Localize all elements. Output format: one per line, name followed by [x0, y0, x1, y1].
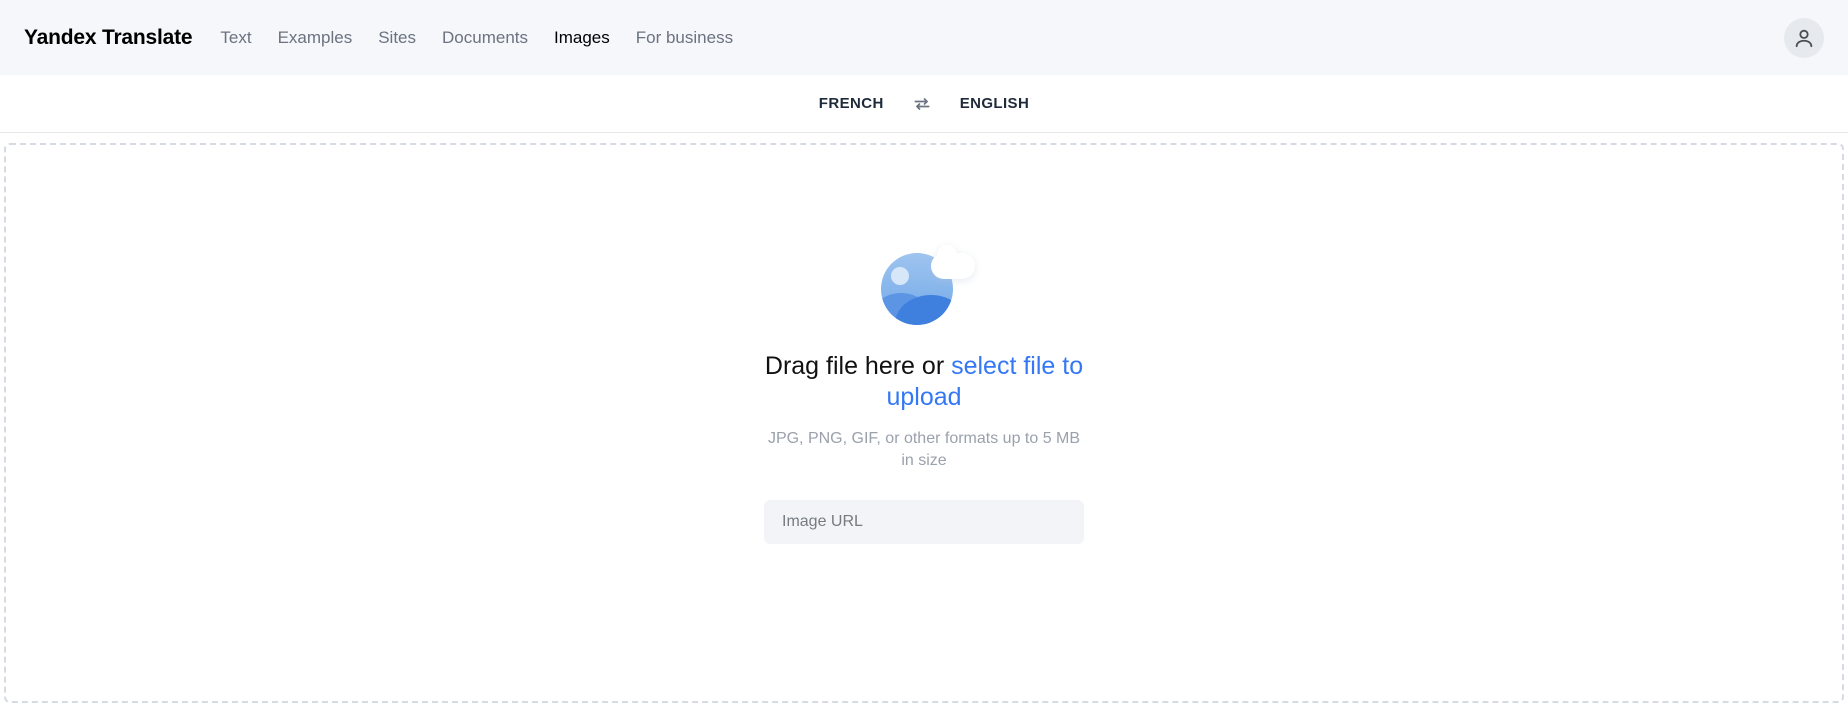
account-button[interactable] [1784, 18, 1824, 58]
nav-text[interactable]: Text [220, 28, 251, 48]
drop-title: Drag file here or select file to upload [764, 351, 1084, 414]
target-language[interactable]: ENGLISH [960, 95, 1029, 112]
user-icon [1793, 27, 1815, 49]
drop-subtitle: JPG, PNG, GIF, or other formats up to 5 … [764, 428, 1084, 473]
main-nav: Text Examples Sites Documents Images For… [220, 28, 733, 48]
image-illustration-icon [879, 245, 969, 323]
nav-documents[interactable]: Documents [442, 28, 528, 48]
dropzone-container: Drag file here or select file to upload … [0, 133, 1848, 703]
nav-sites[interactable]: Sites [378, 28, 416, 48]
nav-for-business[interactable]: For business [636, 28, 733, 48]
file-dropzone[interactable]: Drag file here or select file to upload … [4, 143, 1844, 703]
swap-icon [912, 94, 932, 114]
source-language[interactable]: FRENCH [819, 95, 884, 112]
language-bar: FRENCH ENGLISH [0, 75, 1848, 133]
swap-languages-button[interactable] [912, 94, 932, 114]
drop-title-prefix: Drag file here or [765, 352, 951, 380]
nav-images[interactable]: Images [554, 28, 610, 48]
site-logo[interactable]: Yandex Translate [24, 26, 192, 50]
dropzone-content: Drag file here or select file to upload … [764, 245, 1084, 544]
top-header: Yandex Translate Text Examples Sites Doc… [0, 0, 1848, 75]
nav-examples[interactable]: Examples [278, 28, 353, 48]
header-left: Yandex Translate Text Examples Sites Doc… [24, 26, 733, 50]
image-url-input[interactable] [764, 500, 1084, 544]
